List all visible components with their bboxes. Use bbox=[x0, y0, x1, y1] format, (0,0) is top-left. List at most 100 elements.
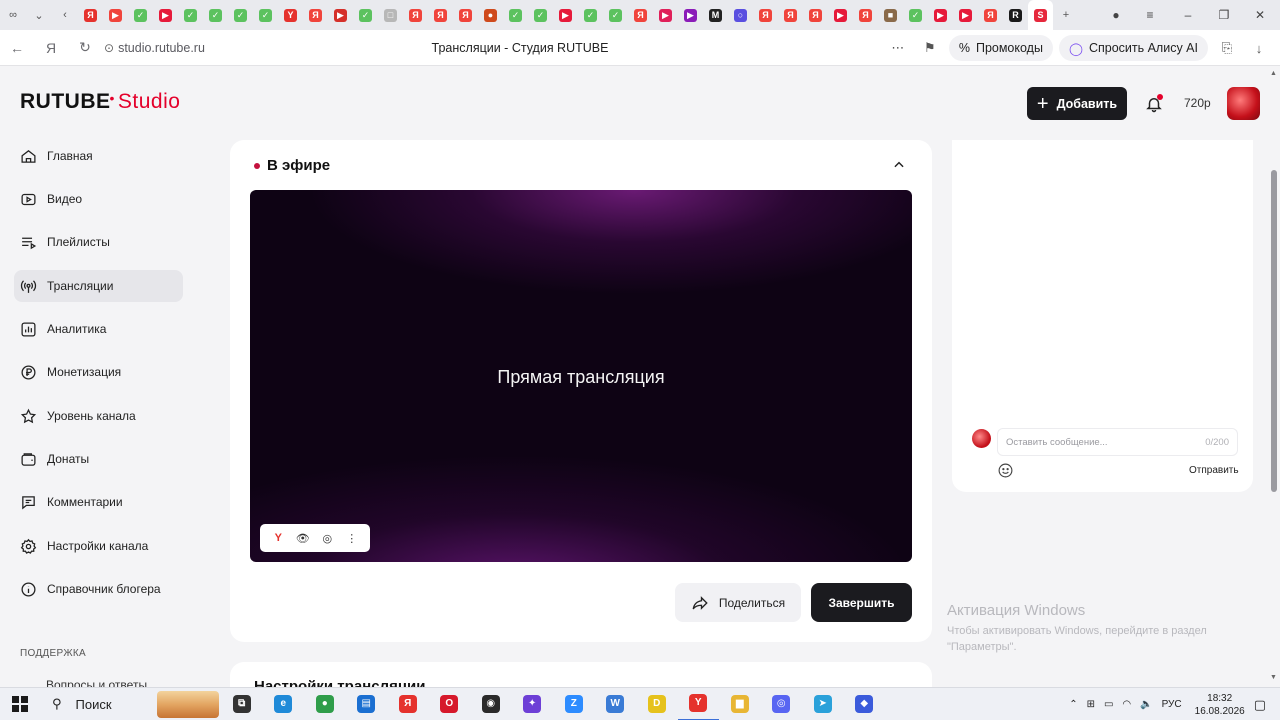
site-info-icon[interactable]: ⊙ bbox=[104, 41, 114, 55]
browser-tab[interactable]: ✓ bbox=[503, 0, 528, 30]
back-icon[interactable]: ← bbox=[0, 30, 34, 66]
browser-tab[interactable]: ▶ bbox=[828, 0, 853, 30]
sidebar-item-comments[interactable]: Комментарии bbox=[14, 486, 183, 518]
taskbar-app[interactable]: Я bbox=[387, 688, 429, 720]
browser-tab[interactable]: ▶ bbox=[928, 0, 953, 30]
more-icon[interactable]: ⋯ bbox=[885, 35, 911, 61]
yandex-home-icon[interactable]: Я bbox=[34, 30, 68, 66]
taskbar-app[interactable]: ● bbox=[304, 688, 346, 720]
browser-tab[interactable]: Я bbox=[753, 0, 778, 30]
browser-tab[interactable]: Я bbox=[628, 0, 653, 30]
browser-tab[interactable]: ✓ bbox=[203, 0, 228, 30]
bookmark-icon[interactable]: ⚑ bbox=[917, 35, 943, 61]
browser-tab[interactable]: ✓ bbox=[253, 0, 278, 30]
sidebar-item-home[interactable]: Главная bbox=[14, 140, 183, 172]
send-button[interactable]: Отправить bbox=[1189, 465, 1239, 476]
browser-tab[interactable]: Я bbox=[303, 0, 328, 30]
taskbar-app[interactable]: D bbox=[636, 688, 678, 720]
sidebar-item-playlists[interactable]: Плейлисты bbox=[14, 226, 183, 258]
browser-tab[interactable]: ✓ bbox=[903, 0, 928, 30]
sidebar-item-monetization[interactable]: Монетизация bbox=[14, 356, 183, 388]
chat-message-input[interactable]: Оставить сообщение... 0/200 bbox=[997, 428, 1238, 456]
network-icon[interactable]: ▭ bbox=[1104, 699, 1113, 710]
browser-tab[interactable]: Я bbox=[853, 0, 878, 30]
eye-icon[interactable]: 👁 bbox=[295, 530, 311, 546]
browser-tab[interactable]: Я bbox=[428, 0, 453, 30]
browser-tab[interactable]: ✓ bbox=[603, 0, 628, 30]
language-indicator[interactable]: РУС bbox=[1162, 699, 1182, 710]
restore-icon[interactable]: ❐ bbox=[1206, 0, 1242, 30]
browser-tab[interactable]: ▶ bbox=[153, 0, 178, 30]
url-field[interactable]: studio.rutube.ru bbox=[118, 41, 205, 55]
taskbar-app[interactable]: ◆ bbox=[844, 688, 886, 720]
tray-app-icon[interactable]: ⊞ bbox=[1087, 699, 1095, 710]
page-scrollbar[interactable]: ▲ ▼ bbox=[1268, 66, 1280, 687]
sidebar-item-analytics[interactable]: Аналитика bbox=[14, 313, 183, 345]
browser-tab[interactable]: ✓ bbox=[353, 0, 378, 30]
notifications-bell-icon[interactable] bbox=[1142, 92, 1166, 116]
browser-tab[interactable]: ▶ bbox=[953, 0, 978, 30]
taskbar-app[interactable]: ⧉ bbox=[221, 688, 263, 720]
browser-tab[interactable]: M bbox=[703, 0, 728, 30]
browser-tab[interactable]: □ bbox=[378, 0, 403, 30]
browser-tab[interactable]: ▶ bbox=[103, 0, 128, 30]
taskbar-clock[interactable]: 18:32 16.08.2026 bbox=[1195, 692, 1245, 718]
sidebar-item-channel-level[interactable]: Уровень канала bbox=[14, 400, 183, 432]
chevron-up-icon[interactable] bbox=[892, 158, 906, 172]
minimize-icon[interactable]: – bbox=[1170, 0, 1206, 30]
taskbar-app[interactable]: Y bbox=[677, 688, 719, 720]
tray-chevron-icon[interactable]: ⌃ bbox=[1069, 699, 1077, 710]
sidebar-item-faq[interactable]: Вопросы и ответы bbox=[46, 678, 147, 687]
browser-tab[interactable]: ✓ bbox=[528, 0, 553, 30]
browser-tab[interactable]: ▶ bbox=[653, 0, 678, 30]
sidebar-item-blogger-guide[interactable]: Справочник блогера bbox=[14, 573, 183, 605]
taskbar-app[interactable]: Z bbox=[553, 688, 595, 720]
notifications-icon[interactable]: ▢ bbox=[1254, 697, 1266, 713]
browser-tab[interactable]: Я bbox=[803, 0, 828, 30]
browser-tab[interactable]: ✓ bbox=[128, 0, 153, 30]
wifi-icon[interactable]: ◠ bbox=[1122, 699, 1131, 710]
browser-tab[interactable]: Я bbox=[403, 0, 428, 30]
add-button[interactable]: + Добавить bbox=[1027, 87, 1127, 120]
browser-menu-icon[interactable]: ≡ bbox=[1132, 0, 1168, 30]
promo-button[interactable]: % Промокоды bbox=[948, 35, 1053, 61]
taskbar-app[interactable]: ✦ bbox=[512, 688, 554, 720]
browser-tab[interactable]: Я bbox=[453, 0, 478, 30]
scroll-down-icon[interactable]: ▼ bbox=[1270, 674, 1277, 681]
emoji-icon[interactable] bbox=[997, 462, 1014, 479]
sidebar-item-channel-settings[interactable]: Настройки канала bbox=[14, 530, 183, 562]
sidebar-item-donations[interactable]: Донаты bbox=[14, 443, 183, 475]
taskbar-app[interactable]: W bbox=[595, 688, 637, 720]
browser-tab[interactable]: ■ bbox=[878, 0, 903, 30]
new-tab-icon[interactable]: + bbox=[1053, 0, 1079, 30]
browser-tab[interactable]: ● bbox=[478, 0, 503, 30]
browser-tab[interactable]: ○ bbox=[728, 0, 753, 30]
taskbar-app[interactable]: ◎ bbox=[761, 688, 803, 720]
broadcast-settings-title[interactable]: Настройки трансляции bbox=[254, 678, 426, 687]
tabs-menu-icon[interactable]: ∞ bbox=[0, 0, 26, 30]
browser-tab[interactable]: Y bbox=[278, 0, 303, 30]
video-player[interactable]: Прямая трансляция Y 👁 ◎ ⋮ bbox=[250, 190, 912, 562]
browser-tab[interactable]: ✓ bbox=[178, 0, 203, 30]
scroll-up-icon[interactable]: ▲ bbox=[1270, 70, 1277, 77]
browser-tab[interactable]: R bbox=[1003, 0, 1028, 30]
share-button[interactable]: Поделиться bbox=[675, 583, 801, 622]
browser-tab[interactable]: ▶ bbox=[678, 0, 703, 30]
browser-tab[interactable]: S bbox=[1028, 0, 1053, 30]
close-icon[interactable]: ✕ bbox=[1242, 0, 1278, 30]
taskbar-app[interactable]: ▤ bbox=[346, 688, 388, 720]
browser-tab[interactable]: Я bbox=[978, 0, 1003, 30]
taskbar-app[interactable]: ➤ bbox=[802, 688, 844, 720]
reload-icon[interactable]: ↻ bbox=[68, 30, 102, 66]
screenshot-icon[interactable]: ◎ bbox=[319, 530, 335, 546]
browser-tab[interactable]: Я bbox=[778, 0, 803, 30]
taskbar-app[interactable]: ◉ bbox=[470, 688, 512, 720]
downloads-icon[interactable]: ↓ bbox=[1246, 35, 1272, 61]
browser-tab[interactable]: Я bbox=[78, 0, 103, 30]
tabs-dropdown-icon[interactable]: ⌄ bbox=[26, 0, 52, 30]
taskbar-app[interactable]: ▆ bbox=[719, 688, 761, 720]
tabs-back-icon[interactable]: ‹ bbox=[52, 0, 78, 30]
sidebar-item-video[interactable]: Видео bbox=[14, 183, 183, 215]
finish-button[interactable]: Завершить bbox=[811, 583, 912, 622]
alice-button[interactable]: ◯ Спросить Алису AI bbox=[1058, 35, 1208, 61]
